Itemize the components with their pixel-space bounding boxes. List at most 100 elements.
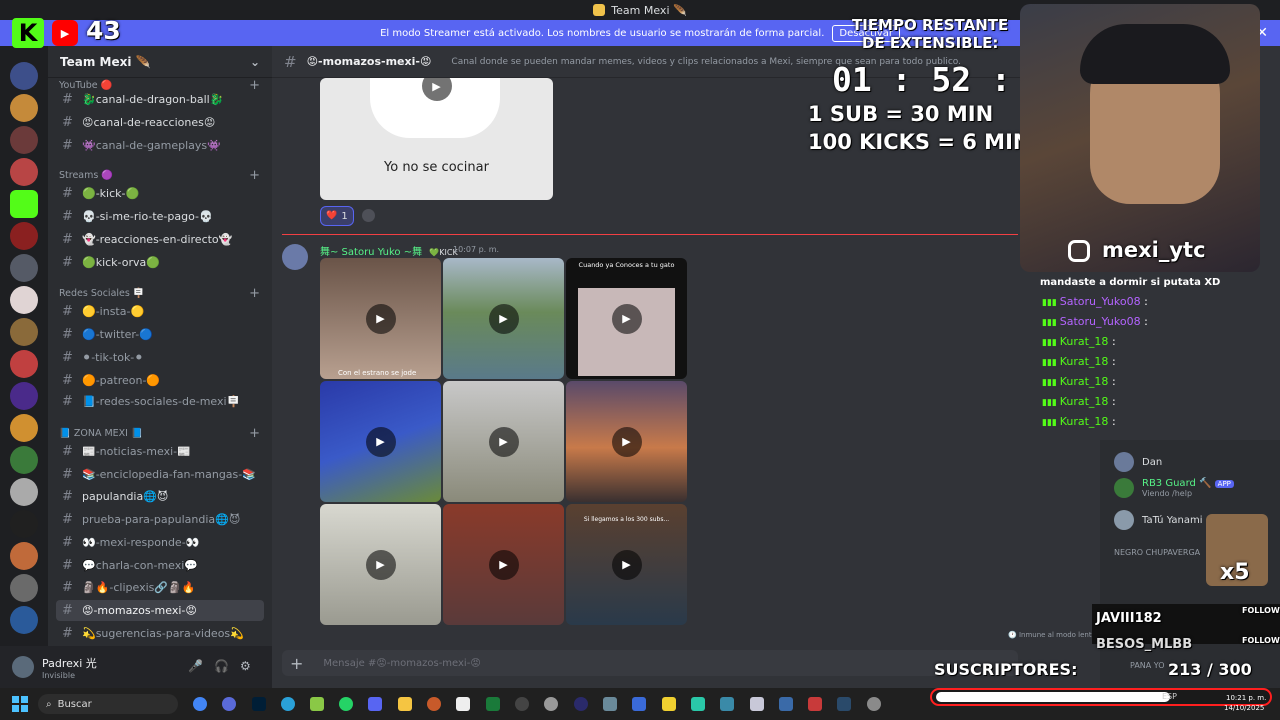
kick-server-icon[interactable] xyxy=(10,190,38,218)
clock-time[interactable]: 10:21 p. m. xyxy=(1226,694,1266,702)
server-icon[interactable] xyxy=(10,574,38,602)
message-composer[interactable]: + Mensaje #😡-momazos-mexi-😡 xyxy=(282,650,1018,676)
folder-icon[interactable] xyxy=(398,697,412,711)
message-author[interactable]: 舞~ Satoru Yuko ~舞 xyxy=(320,247,422,258)
server-icon[interactable] xyxy=(10,126,38,154)
member-item[interactable]: TaTú Yanami xyxy=(1114,510,1203,530)
channel-item-active[interactable]: # 😡-momazos-mexi-😡 xyxy=(56,600,264,621)
server-icon[interactable] xyxy=(10,414,38,442)
server-icon[interactable] xyxy=(10,478,38,506)
app-icon[interactable] xyxy=(720,697,734,711)
channel-item[interactable]: # papulandia🌐😈 xyxy=(56,486,264,507)
app-icon[interactable] xyxy=(750,697,764,711)
media-attachment[interactable]: Si llegamos a los 300 subs... ▶ xyxy=(566,504,687,625)
app-icon[interactable] xyxy=(456,697,470,711)
reaction-button[interactable]: ❤️ 1 xyxy=(320,206,354,226)
member-item[interactable]: RB3 Guard 🔨 APP Viendo /help xyxy=(1114,478,1234,498)
app-icon[interactable] xyxy=(662,697,676,711)
app-icon[interactable] xyxy=(691,697,705,711)
server-icon[interactable] xyxy=(10,254,38,282)
server-icon[interactable] xyxy=(10,222,38,250)
play-icon[interactable]: ▶ xyxy=(488,549,519,580)
app-icon[interactable] xyxy=(544,697,558,711)
media-attachment[interactable]: ▶ xyxy=(443,258,564,379)
media-attachment[interactable]: ▶ xyxy=(320,504,441,625)
channel-item[interactable]: # 📚-enciclopedia-fan-mangas-📚 xyxy=(56,464,264,485)
avatar[interactable] xyxy=(282,244,308,270)
server-icon[interactable] xyxy=(10,62,38,90)
language-indicator[interactable]: ESP xyxy=(1162,692,1177,701)
server-icon[interactable] xyxy=(10,158,38,186)
media-attachment[interactable]: Cuando ya Conoces a tu gato ▶ xyxy=(566,258,687,379)
app-icon[interactable] xyxy=(779,697,793,711)
channel-item[interactable]: # 🟢kick-orva🟢 xyxy=(56,252,264,273)
headset-icon[interactable]: 🎧 xyxy=(214,659,229,673)
media-attachment[interactable]: ▶ xyxy=(566,381,687,502)
media-attachment[interactable]: ▶ xyxy=(443,504,564,625)
add-channel-icon[interactable]: + xyxy=(249,168,260,183)
server-icon[interactable] xyxy=(10,286,38,314)
app-icon[interactable] xyxy=(486,697,500,711)
taskbar-search[interactable]: ⌕ Buscar xyxy=(38,694,178,714)
media-attachment[interactable]: ▶ Con el estrano se jode xyxy=(320,258,441,379)
server-icon[interactable] xyxy=(10,446,38,474)
member-item[interactable]: Dan xyxy=(1114,452,1162,472)
clock-date[interactable]: 14/10/2025 xyxy=(1224,704,1264,712)
message-input[interactable]: Mensaje #😡-momazos-mexi-😡 xyxy=(323,658,480,669)
app-icon[interactable] xyxy=(515,697,529,711)
gear-icon[interactable]: ⚙ xyxy=(240,659,251,673)
app-icon[interactable] xyxy=(632,697,646,711)
channel-item[interactable]: # 💀-si-me-rio-te-pago-💀 xyxy=(56,206,264,227)
server-icon[interactable] xyxy=(10,350,38,378)
app-icon[interactable] xyxy=(310,697,324,711)
server-icon[interactable] xyxy=(10,94,38,122)
channel-item[interactable]: # 📘-redes-sociales-de-mexi🪧 xyxy=(56,391,264,412)
server-icon[interactable] xyxy=(10,382,38,410)
channel-item[interactable]: # 👾canal-de-gameplays👾 xyxy=(56,135,264,156)
app-icon[interactable] xyxy=(603,697,617,711)
server-icon[interactable] xyxy=(10,542,38,570)
channel-item[interactable]: # 👻-reacciones-en-directo👻 xyxy=(56,229,264,250)
channel-item[interactable]: # 💬charla-con-mexi💬 xyxy=(56,555,264,576)
channel-item[interactable]: # 📰-noticias-mexi-📰 xyxy=(56,441,264,462)
add-attachment-icon[interactable]: + xyxy=(290,654,303,673)
app-icon[interactable] xyxy=(222,697,236,711)
avatar[interactable] xyxy=(12,656,34,678)
app-icon[interactable] xyxy=(808,697,822,711)
channel-item[interactable]: # 😡canal-de-reacciones😡 xyxy=(56,112,264,133)
discord-icon[interactable] xyxy=(368,697,382,711)
channel-item[interactable]: # 🟡-insta-🟡 xyxy=(56,301,264,322)
server-icon[interactable] xyxy=(10,606,38,634)
windows-start-icon[interactable] xyxy=(12,696,28,712)
play-icon[interactable]: ▶ xyxy=(488,303,519,334)
chrome-icon[interactable] xyxy=(193,697,207,711)
steam-icon[interactable] xyxy=(837,697,851,711)
channel-item[interactable]: # prueba-para-papulandia🌐😈 xyxy=(56,509,264,530)
play-icon[interactable]: ▶ xyxy=(611,303,642,334)
whatsapp-icon[interactable] xyxy=(339,697,353,711)
play-icon[interactable]: ▶ xyxy=(611,426,642,457)
server-icon[interactable] xyxy=(10,318,38,346)
media-attachment[interactable]: ▶ xyxy=(320,381,441,502)
media-attachment[interactable]: ▶ xyxy=(443,381,564,502)
add-reaction-icon[interactable] xyxy=(362,209,375,222)
channel-item[interactable]: # 🟠-patreon-🟠 xyxy=(56,370,264,391)
photoshop-icon[interactable] xyxy=(252,697,266,711)
app-icon[interactable] xyxy=(427,697,441,711)
media-attachment[interactable]: ▶ Yo no se cocinar xyxy=(320,78,553,200)
play-icon[interactable]: ▶ xyxy=(365,426,396,457)
mic-icon[interactable]: 🎤 xyxy=(188,659,203,673)
app-icon[interactable] xyxy=(574,697,588,711)
channel-item[interactable]: # 🟢-kick-🟢 xyxy=(56,183,264,204)
play-icon[interactable]: ▶ xyxy=(611,549,642,580)
channel-item[interactable]: # 🗿🔥-clipexis🔗🗿🔥 xyxy=(56,577,264,598)
play-icon[interactable]: ▶ xyxy=(365,549,396,580)
channel-item[interactable]: # 🐉canal-de-dragon-ball🐉 xyxy=(56,89,264,110)
telegram-icon[interactable] xyxy=(281,697,295,711)
channel-item[interactable]: # ⚫-tik-tok-⚫ xyxy=(56,347,264,368)
server-icon[interactable] xyxy=(10,510,38,538)
gear-icon[interactable] xyxy=(867,697,881,711)
add-channel-icon[interactable]: + xyxy=(249,286,260,301)
play-icon[interactable]: ▶ xyxy=(365,303,396,334)
channel-item[interactable]: # 💫sugerencias-para-videos💫 xyxy=(56,623,264,644)
